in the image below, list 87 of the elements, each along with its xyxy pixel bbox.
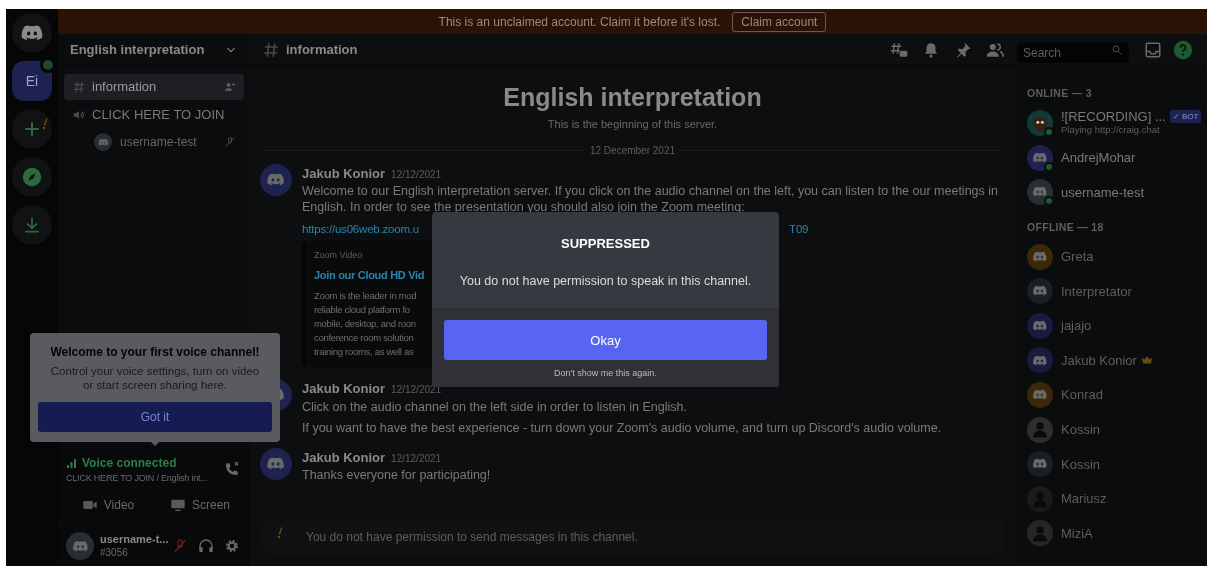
member-group-header: OFFLINE — 18 [1027,219,1105,235]
message-timestamp: 12/12/2021 [391,383,442,397]
claim-account-button[interactable]: Claim account [732,11,827,32]
embed-description: Zoom is the leader in mod [314,289,417,303]
embed-description: conference room solution [314,331,414,345]
search-field[interactable]: Search [1017,42,1129,63]
member-name[interactable]: jajajo [1061,319,1092,333]
member-name[interactable]: AndrejMohar [1061,151,1136,165]
okay-button[interactable]: Okay [444,320,767,361]
message-text: Welcome to our English interpretation server. If you click on the audio channel on the left, you can listen to the our meetings in [302,183,999,199]
message-timestamp: 12/12/2021 [391,167,442,182]
bot-tag: ✓ BOT [1169,110,1202,124]
member-name[interactable]: username-test [1061,185,1145,199]
tooltip-title: Welcome to your first voice channel! [50,344,260,361]
embed-description: reliable cloud platform fo [314,303,410,317]
message-author[interactable]: Jakub Konior [302,163,386,183]
member-name[interactable]: Interpretator [1061,284,1132,298]
download-icon [22,215,42,235]
threads-icon [890,40,908,59]
embed-title[interactable]: Join our Cloud HD Vid [314,266,425,283]
message-author[interactable]: Jakub Konior [302,447,386,467]
voice-status: Voice connected [82,454,177,472]
embed-provider: Zoom Video [314,249,364,262]
member-activity: Playing http://craig.chat [1061,124,1161,137]
member-name[interactable]: Kossin [1061,457,1101,471]
server-welcome-title: English interpretation [503,82,762,112]
muted-mic-icon [224,136,236,148]
compass-icon [21,166,43,188]
online-status-icon [1044,196,1054,207]
embed-description: mobile, desktop, and roon [314,317,416,331]
message-text: Click on the audio channel on the left side in order to listen in English. [302,398,688,415]
member-name[interactable]: Kossin [1061,423,1101,437]
bell-icon [922,40,940,59]
add-server-button[interactable] [12,109,52,149]
message-text: If you want to have the best experience - turn down your Zoom's audio volume, and turn up Discord's audio volume. [302,419,943,436]
speaker-icon [72,108,86,122]
user-tag: #3056 [100,546,164,559]
home-button[interactable] [12,13,52,53]
got-it-button[interactable]: Got it [38,402,272,432]
hash-icon [72,80,86,94]
message-author[interactable]: Jakub Konior [302,379,386,399]
member-name[interactable]: MiziA [1061,526,1093,540]
message-link[interactable]: T09 [789,221,809,237]
settings-icon [224,538,240,554]
voice-channel-path[interactable]: CLICK HERE TO JOIN / English int... [66,471,222,485]
help-icon [1173,39,1193,60]
muted-mic-icon [172,538,188,554]
search-icon [1111,43,1123,56]
tooltip-text: Control your voice settings, turn on video or start screen sharing here. [49,364,261,392]
message-text: Thanks everyone for participating! [302,467,492,483]
member-group-header: ONLINE — 3 [1027,86,1093,101]
screen-share-button[interactable]: Screen [158,491,242,519]
member-name[interactable]: Jakub Konior [1061,353,1137,367]
members-icon [986,40,1004,59]
member-name[interactable]: Konrad [1061,388,1103,402]
date-divider: 12 December 2021 [588,143,677,158]
dialog-title: SUPPRESSED [561,235,650,253]
video-button[interactable]: Video [66,491,150,519]
pin-icon [954,40,972,59]
composer-notice: You do not have permission to send messages in this channel. [306,529,638,546]
member-name[interactable]: ![RECORDING] ... [1061,110,1166,124]
channel-title: information [286,40,359,59]
monitor-icon [170,497,186,513]
online-status-icon [1044,127,1054,138]
download-button[interactable] [12,205,52,245]
hash-icon [262,40,280,59]
message-timestamp: 12/12/2021 [391,451,442,466]
embed-description: training rooms, as well as [314,345,414,359]
explore-button[interactable] [12,157,52,197]
server-welcome-subtitle: This is the beginning of this server. [547,117,718,132]
dont-show-again-link[interactable]: Don't show me this again. [554,367,657,381]
inbox-icon [1144,40,1162,59]
add-user-icon [224,81,236,93]
dialog-message: You do not have permission to speak in this channel. [459,272,752,290]
plus-icon [22,119,42,139]
channel-item[interactable]: CLICK HERE TO JOIN [64,102,244,128]
banner-text: This is an unclaimed account. Claim it before it's lost. [438,13,721,31]
channel-item[interactable]: information [64,74,244,100]
server-name[interactable]: English interpretation [70,39,205,60]
signal-bars-icon [66,456,78,469]
headphones-icon [198,538,214,554]
member-name[interactable]: Greta [1061,250,1094,264]
voice-user-name: username-test [120,134,198,151]
member-name[interactable]: Mariusz [1061,492,1107,506]
message-link[interactable]: https://us06web.zoom.u [302,221,420,237]
online-status-icon [1044,161,1054,172]
server-icon[interactable]: Ei [12,61,52,101]
